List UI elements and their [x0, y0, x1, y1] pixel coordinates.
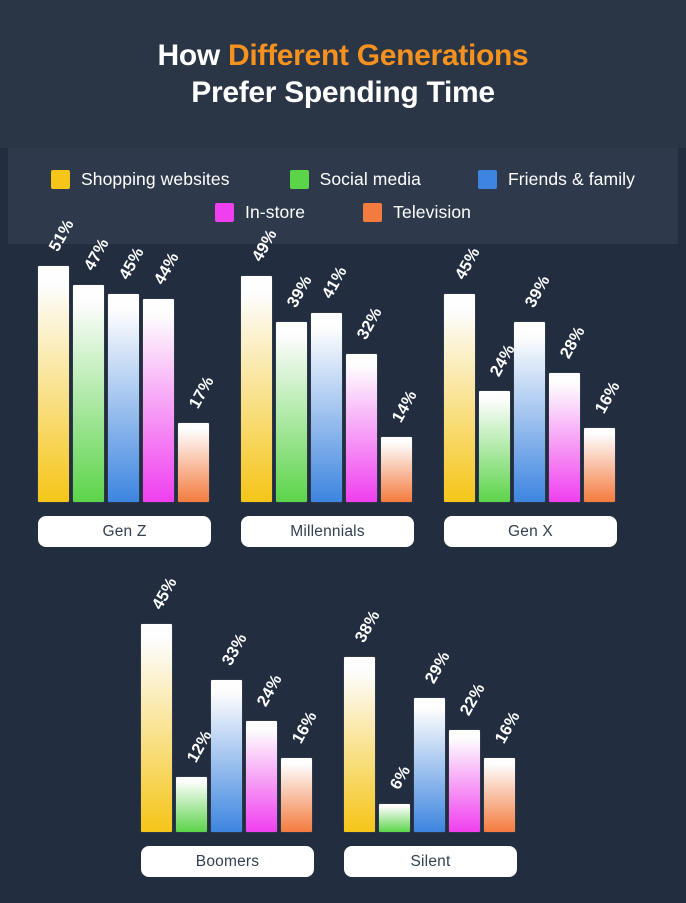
- bar-television[interactable]: [484, 758, 515, 832]
- bar-slot: 16%: [281, 578, 320, 832]
- legend-label: Television: [393, 202, 471, 222]
- bar-shopping-websites[interactable]: [141, 624, 172, 832]
- chart-row-bottom: 45% 12% 33% 24% 16% Boomers 38% 6% 29% 22% 16% Sile…: [8, 574, 678, 877]
- bar-value-label: 17%: [185, 373, 218, 412]
- chart-group-gen-x: 45% 24% 39% 28% 16% Gen X: [444, 244, 623, 547]
- group-label-pill[interactable]: Millennials: [241, 516, 414, 547]
- legend-swatch-icon: [289, 170, 309, 189]
- legend: Shopping websites Social media Friends & f…: [8, 148, 678, 244]
- group-label-pill[interactable]: Gen X: [444, 516, 617, 547]
- bar-slot: 29%: [414, 578, 453, 832]
- chart-group-silent: 38% 6% 29% 22% 16% Silent: [344, 578, 523, 877]
- bar-slot: 28%: [549, 248, 588, 502]
- legend-swatch-icon: [50, 170, 70, 189]
- bar-shopping-websites[interactable]: [344, 657, 375, 832]
- legend-item-social-media[interactable]: Social media: [289, 169, 421, 190]
- page-title-line-1: How Different Generations: [158, 37, 529, 74]
- bar-slot: 49%: [241, 226, 280, 502]
- page-title-prefix: How: [157, 38, 229, 72]
- legend-item-friends-family[interactable]: Friends & family: [477, 169, 636, 190]
- bar-slot: 32%: [346, 248, 385, 502]
- bar-slot: 45%: [444, 244, 483, 502]
- bar-friends-family[interactable]: [108, 294, 139, 502]
- legend-swatch-icon: [363, 203, 383, 222]
- bar-shopping-websites[interactable]: [444, 294, 475, 502]
- bar-slot: 24%: [246, 578, 285, 832]
- bar-value-label: 14%: [388, 387, 421, 426]
- bar-social-media[interactable]: [276, 322, 307, 502]
- page-title-line-2: Prefer Spending Time: [191, 76, 495, 109]
- bar-in-store[interactable]: [246, 721, 277, 832]
- bar-friends-family[interactable]: [414, 698, 445, 832]
- bar-slot: 47%: [73, 235, 112, 502]
- bar-friends-family[interactable]: [514, 322, 545, 502]
- bar-slot: 14%: [381, 248, 420, 502]
- bar-slot: 17%: [178, 248, 217, 502]
- bar-television[interactable]: [281, 758, 312, 832]
- bar-social-media[interactable]: [379, 804, 410, 832]
- chart-group-millennials: 49% 39% 41% 32% 14% Millennials: [241, 226, 420, 547]
- bar-slot: 38%: [344, 578, 383, 832]
- group-label-pill[interactable]: Boomers: [141, 846, 314, 877]
- group-label-pill[interactable]: Gen Z: [38, 516, 211, 547]
- bar-television[interactable]: [584, 428, 615, 502]
- bar-slot: 6%: [379, 578, 414, 832]
- bar-value-label: 16%: [288, 708, 321, 747]
- bar-slot: 44%: [143, 248, 182, 502]
- bar-slot: 16%: [484, 578, 523, 832]
- legend-item-shopping-websites[interactable]: Shopping websites: [50, 169, 230, 190]
- bar-social-media[interactable]: [176, 777, 207, 832]
- legend-label: Shopping websites: [80, 169, 230, 189]
- bar-in-store[interactable]: [549, 373, 580, 502]
- bar-friends-family[interactable]: [311, 313, 342, 502]
- bar-social-media[interactable]: [479, 391, 510, 502]
- bar-slot: 39%: [276, 248, 315, 502]
- bar-friends-family[interactable]: [211, 680, 242, 832]
- header: How Different Generations Prefer Spendin…: [0, 0, 686, 148]
- bar-plot: 45% 24% 39% 28% 16%: [444, 244, 623, 502]
- legend-row-secondary: In-store Television: [215, 202, 471, 223]
- bar-television[interactable]: [381, 437, 412, 502]
- bar-value-label: 16%: [591, 378, 624, 417]
- chart-group-boomers: 45% 12% 33% 24% 16% Boomers: [141, 574, 320, 877]
- legend-label: Friends & family: [507, 169, 636, 189]
- bar-value-label: 16%: [491, 708, 524, 747]
- legend-label: Social media: [319, 169, 421, 189]
- bar-plot: 51% 47% 45% 44% 17%: [38, 216, 217, 502]
- bar-slot: 41%: [311, 248, 350, 502]
- bar-slot: 45%: [141, 574, 180, 832]
- bar-value-label: 6%: [386, 762, 414, 793]
- bar-slot: 12%: [176, 578, 215, 832]
- legend-swatch-icon: [477, 170, 497, 189]
- bar-shopping-websites[interactable]: [241, 276, 272, 502]
- page-title-accent: Different Generations: [228, 38, 529, 72]
- bar-in-store[interactable]: [346, 354, 377, 502]
- bar-slot: 45%: [108, 244, 147, 502]
- bar-slot: 33%: [211, 578, 250, 832]
- bar-plot: 38% 6% 29% 22% 16%: [344, 578, 523, 832]
- bar-slot: 16%: [584, 248, 623, 502]
- bar-shopping-websites[interactable]: [38, 266, 69, 502]
- chart-row-top: 51% 47% 45% 44% 17% Gen Z 49% 39% 41% 32% 14% Mille…: [8, 216, 678, 547]
- bar-slot: 24%: [479, 248, 518, 502]
- bar-plot: 45% 12% 33% 24% 16%: [141, 574, 320, 832]
- bar-slot: 22%: [449, 578, 488, 832]
- bar-plot: 49% 39% 41% 32% 14%: [241, 226, 420, 502]
- legend-swatch-icon: [215, 203, 234, 222]
- legend-item-in-store[interactable]: In-store: [215, 202, 305, 223]
- bar-slot: 39%: [514, 248, 553, 502]
- bar-slot: 51%: [38, 216, 77, 502]
- legend-label: In-store: [245, 202, 306, 222]
- infographic-root: How Different Generations Prefer Spendin…: [0, 0, 686, 903]
- chart-group-gen-z: 51% 47% 45% 44% 17% Gen Z: [38, 216, 217, 547]
- legend-item-television[interactable]: Television: [363, 202, 471, 223]
- group-label-pill[interactable]: Silent: [344, 846, 517, 877]
- bar-social-media[interactable]: [73, 285, 104, 502]
- chart-panel: 51% 47% 45% 44% 17% Gen Z 49% 39% 41% 32% 14% Mille…: [8, 216, 678, 895]
- bar-in-store[interactable]: [449, 730, 480, 832]
- legend-row-primary: Shopping websites Social media Friends & f…: [50, 169, 636, 190]
- bar-in-store[interactable]: [143, 299, 174, 502]
- bar-television[interactable]: [178, 423, 209, 502]
